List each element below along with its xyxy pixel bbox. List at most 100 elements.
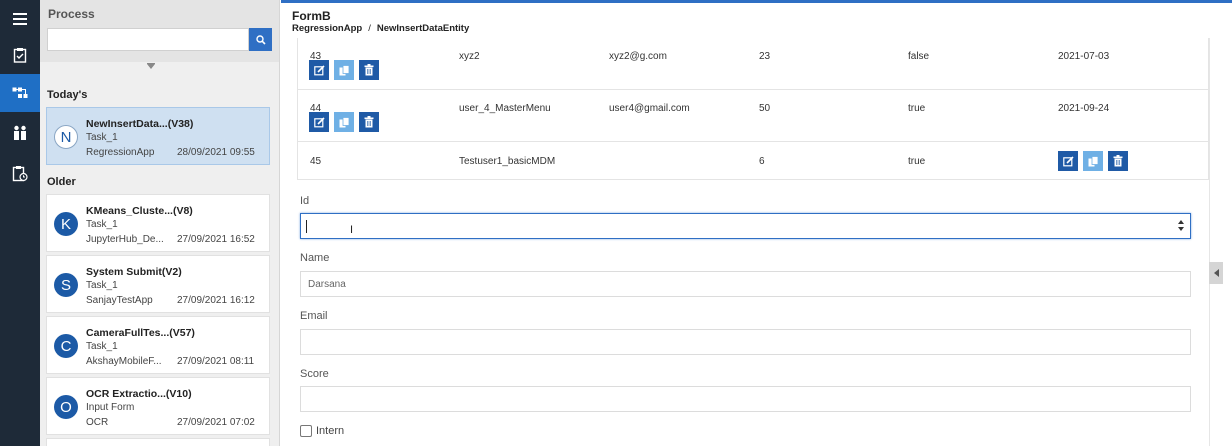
trash-icon [364,64,374,76]
avatar: N [54,125,78,149]
edit-button[interactable] [309,60,329,80]
avatar: K [54,212,78,236]
edit-icon [313,116,325,127]
cell-email: xyz2@g.com [609,51,667,62]
process-card-task: Task_1 [86,219,118,230]
process-card-title: KMeans_Cluste...(V8) [86,205,193,217]
process-card[interactable]: N NewInsertData...(V38) Task_1 Regressio… [46,107,270,165]
process-flow-icon [12,87,28,98]
process-card-task: Task_1 [86,280,118,291]
table-row[interactable]: 45 Testuser1_basicMDM 6 true [298,142,1208,180]
process-card-app: JupyterHub_De... [86,234,164,245]
process-panel: Process Today's N NewInsertData...(V38) … [40,0,319,446]
copy-button[interactable] [1083,151,1103,171]
copy-icon [1088,155,1098,166]
trash-icon [1113,155,1123,167]
row-actions [309,112,379,132]
process-card-task: Task_1 [86,132,118,143]
row-actions [309,60,379,80]
collapse-arrow-icon[interactable] [147,64,155,69]
cell-date: 2021-07-03 [1058,51,1110,62]
users-icon [14,125,26,140]
process-card-app: OCR [86,417,109,428]
edit-button[interactable] [309,112,329,132]
name-value: Darsana [308,278,346,290]
score-field[interactable] [300,386,1191,412]
chevron-left-icon [1213,269,1219,277]
table-row[interactable]: 43 xyz2 xyz2@g.com 23 false 2021-07-03 [298,38,1208,90]
cell-name: Testuser1_basicMDM [459,156,556,167]
text-caret [306,220,307,233]
process-card-partial[interactable] [46,438,270,446]
rail-process[interactable] [0,74,40,112]
process-card-app: RegressionApp [86,147,155,158]
id-label: Id [300,195,310,207]
data-grid: 43 xyz2 xyz2@g.com 23 false 2021-07-03 4… [297,38,1209,180]
menu-icon [13,13,27,25]
cell-score: 23 [759,51,771,62]
intern-checkbox[interactable] [300,425,312,437]
process-card[interactable]: K KMeans_Cluste...(V8) Task_1 JupyterHub… [46,194,270,252]
score-label: Score [300,368,329,380]
number-stepper[interactable] [1177,220,1185,232]
name-field[interactable]: Darsana [300,271,1191,297]
process-card[interactable]: S System Submit(V2) Task_1 SanjayTestApp… [46,255,270,313]
rail-users[interactable] [0,114,40,152]
process-card-date: 27/09/2021 16:52 [177,234,255,245]
stepper-down-icon[interactable] [1178,227,1184,231]
rail-menu[interactable] [0,0,40,38]
cell-score: 50 [759,103,771,114]
copy-button[interactable] [334,112,354,132]
name-label: Name [300,252,330,264]
process-card-app: SanjayTestApp [86,295,153,306]
process-search [47,28,272,51]
copy-icon [339,64,349,75]
process-card-title: NewInsertData...(V38) [86,118,194,130]
row-actions [1058,151,1128,171]
delete-button[interactable] [1108,151,1128,171]
process-panel-title: Process [48,7,95,21]
table-row[interactable]: 44 user_4_MasterMenu user4@gmail.com 50 … [298,90,1208,142]
process-card-title: OCR Extractio...(V10) [86,388,192,400]
copy-button[interactable] [334,60,354,80]
avatar: S [54,273,78,297]
app-root: Process Today's N NewInsertData...(V38) … [0,0,1232,446]
cell-intern: false [908,51,930,62]
left-icon-rail [0,0,40,446]
cell-score: 6 [759,156,765,167]
delete-button[interactable] [359,60,379,80]
intern-label: Intern [316,425,345,437]
stepper-up-icon[interactable] [1178,220,1184,224]
older-section-label: Older [47,176,76,188]
cell-name: xyz2 [459,51,480,62]
process-search-input[interactable] [47,28,249,51]
process-card-date: 28/09/2021 09:55 [177,147,255,158]
trash-icon [364,116,374,128]
process-card-title: System Submit(V2) [86,266,182,278]
email-field[interactable] [300,329,1191,355]
cell-id: 45 [310,156,322,167]
process-search-button[interactable] [249,28,272,51]
side-panel-toggle[interactable] [1209,262,1223,284]
process-card-date: 27/09/2021 08:11 [177,356,255,367]
process-card-title: CameraFullTes...(V57) [86,327,195,339]
avatar: O [54,395,78,419]
edit-button[interactable] [1058,151,1078,171]
process-card[interactable]: C CameraFullTes...(V57) Task_1 AkshayMob… [46,316,270,374]
panel-divider [1209,38,1210,446]
delete-button[interactable] [359,112,379,132]
page-title: FormB [292,9,331,23]
clipboard-clock-icon [12,165,28,181]
process-card[interactable]: O OCR Extractio...(V10) Input Form OCR 2… [46,377,270,435]
rail-tasks[interactable] [0,36,40,74]
cell-name: user_4_MasterMenu [459,103,551,114]
breadcrumb-app[interactable]: RegressionApp [292,23,362,34]
email-label: Email [300,310,328,322]
rail-history[interactable] [0,154,40,192]
process-card-task: Input Form [86,402,135,413]
cell-date: 2021-09-24 [1058,103,1110,114]
process-card-date: 27/09/2021 07:02 [177,417,255,428]
breadcrumb: RegressionApp / NewInsertDataEntity [292,23,469,34]
process-card-task: Task_1 [86,341,118,352]
id-field[interactable] [300,213,1191,239]
